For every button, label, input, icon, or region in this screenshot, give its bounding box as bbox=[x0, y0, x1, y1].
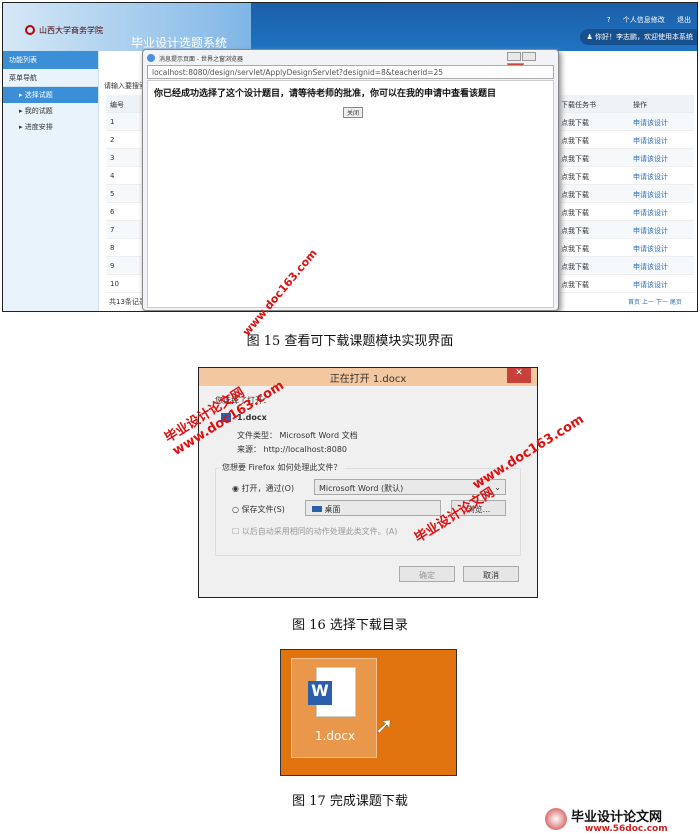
download-link[interactable]: 点我下载 bbox=[561, 244, 589, 254]
figure-17-desktop: W 1.docx ➚ bbox=[280, 649, 457, 776]
welcome-text: ♟ 你好！李志鹏，欢迎使用本系统 bbox=[580, 29, 697, 45]
download-link[interactable]: 点我下载 bbox=[561, 136, 589, 146]
first-page[interactable]: 首页 bbox=[628, 299, 640, 306]
window-controls bbox=[506, 52, 552, 72]
sidebar-item-label: 进度安排 bbox=[24, 123, 53, 131]
apply-link[interactable]: 申请该设计 bbox=[633, 190, 668, 200]
auto-checkbox[interactable]: ☐ 以后自动采用相同的动作处理此类文件。(A) bbox=[232, 526, 397, 537]
sidebar-item-label: 我的试题 bbox=[24, 107, 53, 115]
file-type: 文件类型： Microsoft Word 文档 bbox=[237, 431, 358, 440]
row-id: 3 bbox=[110, 154, 115, 162]
url-bar[interactable]: localhost:8080/design/servlet/ApplyDesig… bbox=[147, 65, 554, 79]
sidebar-item-mine[interactable]: ▸ 我的试题 bbox=[3, 103, 98, 119]
chevron-down-icon: ⌄ bbox=[494, 483, 501, 492]
question-label: 您想要 Firefox 如何处理此文件？ bbox=[219, 462, 345, 473]
logo-emblem-icon bbox=[545, 808, 567, 830]
file-source: 来源： http://localhost:8080 bbox=[237, 445, 348, 454]
row-id: 8 bbox=[110, 244, 115, 252]
caption-fig16: 图 16 选择下载目录 bbox=[292, 618, 408, 633]
figure-15-screenshot: 山西大学商务学院 毕业设计选题系统 ? 个人信息修改 退出 ♟ 你好！李志鹏，欢… bbox=[2, 2, 698, 312]
caption-fig15: 图 15 查看可下载课题模块实现界面 bbox=[246, 334, 454, 349]
row-id: 4 bbox=[110, 172, 115, 180]
sidebar-item-schedule[interactable]: ▸ 进度安排 bbox=[3, 119, 98, 135]
col-download: 下载任务书 bbox=[561, 101, 596, 109]
desktop-icon bbox=[312, 506, 322, 512]
apply-link[interactable]: 申请该设计 bbox=[633, 262, 668, 272]
welcome-label: 你好！李志鹏，欢迎使用本系统 bbox=[595, 33, 693, 41]
cancel-button[interactable]: 取消 bbox=[463, 566, 519, 582]
app-header: 山西大学商务学院 毕业设计选题系统 ? 个人信息修改 退出 ♟ 你好！李志鹏，欢… bbox=[3, 3, 697, 51]
school-name: 山西大学商务学院 bbox=[39, 26, 103, 35]
col-action: 操作 bbox=[633, 101, 647, 109]
docx-file-icon[interactable]: W 1.docx bbox=[291, 658, 377, 758]
help-link[interactable]: ? bbox=[607, 16, 611, 24]
apply-link[interactable]: 申请该设计 bbox=[633, 154, 668, 164]
app-select-value: Microsoft Word (默认) bbox=[319, 484, 404, 493]
last-page[interactable]: 尾页 bbox=[670, 299, 682, 306]
open-radio[interactable]: ◉ 打开，通过(O) bbox=[232, 483, 294, 494]
popup-title: 消息提示页面 - 世界之窗浏览器 bbox=[159, 56, 243, 63]
download-link[interactable]: 点我下载 bbox=[561, 154, 589, 164]
file-label: 1.docx bbox=[314, 729, 356, 743]
col-id[interactable]: 编号 bbox=[110, 100, 124, 110]
apply-link[interactable]: 申请该设计 bbox=[633, 280, 668, 290]
open-label: 打开，通过(O) bbox=[241, 484, 295, 493]
popup-body: 你已经成功选择了这个设计题目，请等待老师的批准，你可以在我的申请中查看该题目 关… bbox=[147, 80, 554, 308]
download-link[interactable]: 点我下载 bbox=[561, 280, 589, 290]
row-id: 1 bbox=[110, 118, 115, 126]
school-seal-icon bbox=[25, 25, 35, 35]
footer-site-name: 毕业设计论文网 bbox=[571, 810, 663, 825]
row-id: 5 bbox=[110, 190, 115, 198]
logout-link[interactable]: 退出 bbox=[677, 16, 691, 24]
location-value: 桌面 bbox=[324, 505, 341, 514]
download-link[interactable]: 点我下载 bbox=[561, 118, 589, 128]
download-link[interactable]: 点我下载 bbox=[561, 190, 589, 200]
top-links: ? 个人信息修改 退出 bbox=[597, 15, 691, 25]
record-count: 共13条记录 bbox=[109, 298, 146, 306]
sidebar-item-select[interactable]: ▸ 选择试题 bbox=[3, 87, 98, 103]
cursor-icon: ➚ bbox=[375, 714, 394, 739]
pager: 首页 上一 下一 尾页 bbox=[628, 297, 682, 306]
apply-link[interactable]: 申请该设计 bbox=[633, 136, 668, 146]
save-radio[interactable]: ○ 保存文件(S) bbox=[232, 504, 285, 515]
sidebar-header: 功能列表 bbox=[3, 51, 98, 69]
save-label: 保存文件(S) bbox=[241, 505, 285, 514]
maximize-button[interactable] bbox=[522, 52, 536, 61]
apply-link[interactable]: 申请该设计 bbox=[633, 244, 668, 254]
apply-link[interactable]: 申请该设计 bbox=[633, 118, 668, 128]
download-link[interactable]: 点我下载 bbox=[561, 226, 589, 236]
location-field[interactable]: 桌面 bbox=[305, 500, 441, 516]
next-page[interactable]: 下一 bbox=[656, 299, 668, 306]
browser-icon bbox=[147, 54, 155, 62]
row-id: 10 bbox=[110, 280, 119, 288]
footer-logo: 毕业设计论文网 www.56doc.com bbox=[545, 806, 700, 836]
row-id: 2 bbox=[110, 136, 115, 144]
close-button[interactable]: 关闭 bbox=[343, 107, 364, 118]
download-link[interactable]: 点我下载 bbox=[561, 262, 589, 272]
minimize-button[interactable] bbox=[507, 52, 521, 61]
download-link[interactable]: 点我下载 bbox=[561, 208, 589, 218]
auto-label: 以后自动采用相同的动作处理此类文件。(A) bbox=[241, 527, 398, 536]
sidebar: 功能列表 菜单导航 ▸ 选择试题 ▸ 我的试题 ▸ 进度安排 bbox=[3, 51, 99, 311]
apply-link[interactable]: 申请该设计 bbox=[633, 226, 668, 236]
sidebar-item-label: 选择试题 bbox=[24, 91, 53, 99]
footer-site-url: www.56doc.com bbox=[585, 824, 668, 834]
row-id: 6 bbox=[110, 208, 115, 216]
row-id: 9 bbox=[110, 262, 115, 270]
prev-page[interactable]: 上一 bbox=[642, 299, 654, 306]
download-link[interactable]: 点我下载 bbox=[561, 172, 589, 182]
dialog-close-button[interactable]: ✕ bbox=[507, 368, 531, 383]
apply-link[interactable]: 申请该设计 bbox=[633, 172, 668, 182]
sidebar-section: 菜单导航 bbox=[3, 69, 98, 87]
row-id: 7 bbox=[110, 226, 115, 234]
word-logo-icon: W bbox=[308, 681, 332, 705]
apply-link[interactable]: 申请该设计 bbox=[633, 208, 668, 218]
popup-message: 你已经成功选择了这个设计题目，请等待老师的批准，你可以在我的申请中查看该题目 bbox=[154, 89, 497, 99]
ok-button[interactable]: 确定 bbox=[399, 566, 455, 582]
message-popup: 消息提示页面 - 世界之窗浏览器 localhost:8080/design/s… bbox=[142, 49, 559, 311]
profile-link[interactable]: 个人信息修改 bbox=[623, 16, 665, 24]
